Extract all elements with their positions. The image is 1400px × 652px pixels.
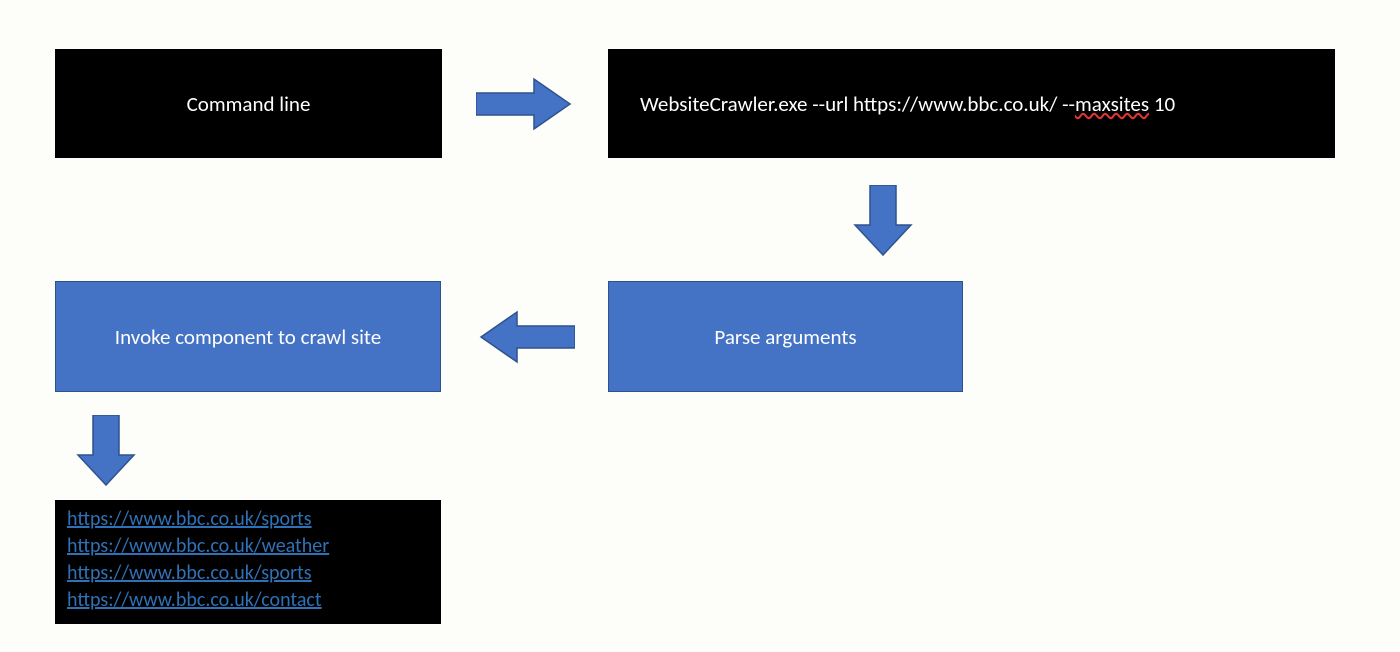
node-command-example-text: WebsiteCrawler.exe --url https://www.bbc… [640, 91, 1175, 117]
node-output-urls: https://www.bbc.co.uk/sportshttps://www.… [55, 500, 441, 624]
arrow-left-1 [479, 310, 575, 364]
node-invoke-component: Invoke component to crawl site [55, 281, 441, 392]
output-url-link[interactable]: https://www.bbc.co.uk/sports [67, 506, 312, 533]
cmd-prefix: WebsiteCrawler.exe --url https://www.bbc… [640, 91, 1075, 117]
arrow-down-1 [853, 185, 913, 257]
cmd-squiggle: maxsites [1075, 91, 1149, 117]
node-parse-arguments-label: Parse arguments [714, 324, 856, 350]
node-invoke-component-label: Invoke component to crawl site [115, 324, 381, 350]
output-url-link[interactable]: https://www.bbc.co.uk/sports [67, 560, 312, 587]
cmd-suffix: 10 [1149, 91, 1175, 117]
output-url-link[interactable]: https://www.bbc.co.uk/contact [67, 587, 322, 614]
arrow-down-2 [76, 415, 136, 487]
node-command-example: WebsiteCrawler.exe --url https://www.bbc… [608, 49, 1335, 158]
node-command-line: Command line [55, 49, 442, 158]
node-parse-arguments: Parse arguments [608, 281, 963, 392]
arrow-right-1 [476, 77, 572, 131]
node-command-line-label: Command line [187, 91, 311, 117]
output-url-link[interactable]: https://www.bbc.co.uk/weather [67, 533, 329, 560]
